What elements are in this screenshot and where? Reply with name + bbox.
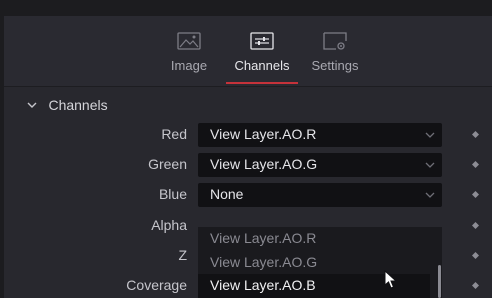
red-channel-dropdown[interactable]: View Layer.AO.R bbox=[198, 123, 442, 147]
blue-channel-dropdown[interactable]: None bbox=[198, 183, 442, 207]
keyframe-diamond-icon[interactable] bbox=[472, 282, 479, 289]
inspector-panel: Image Channels Settings Channels Red Vie… bbox=[4, 16, 492, 298]
tab-settings[interactable]: Settings bbox=[300, 30, 370, 86]
menu-option-label: View Layer.AO.G bbox=[210, 254, 318, 270]
image-icon bbox=[177, 32, 201, 50]
tab-image[interactable]: Image bbox=[154, 30, 224, 86]
menu-option[interactable]: View Layer.AO.R bbox=[198, 227, 430, 251]
green-channel-dropdown[interactable]: View Layer.AO.G bbox=[198, 153, 442, 177]
section-title: Channels bbox=[48, 96, 108, 113]
row-blue: Blue None bbox=[4, 183, 492, 207]
green-channel-value: View Layer.AO.G bbox=[210, 156, 318, 172]
tab-channels-label: Channels bbox=[234, 58, 290, 73]
keyframe-diamond-icon[interactable] bbox=[472, 252, 479, 259]
tab-settings-label: Settings bbox=[311, 58, 359, 73]
tab-image-label: Image bbox=[170, 58, 208, 73]
z-label: Z bbox=[178, 247, 187, 263]
menu-option-label: View Layer.AO.R bbox=[210, 230, 317, 246]
tabbar-divider bbox=[4, 86, 492, 87]
alpha-label: Alpha bbox=[151, 217, 187, 233]
keyframe-diamond-icon[interactable] bbox=[472, 131, 479, 138]
row-red: Red View Layer.AO.R bbox=[4, 123, 492, 147]
settings-icon bbox=[323, 32, 347, 50]
blue-label: Blue bbox=[158, 186, 187, 202]
window-frame: Image Channels Settings Channels Red Vie… bbox=[0, 0, 492, 298]
coverage-label: Coverage bbox=[126, 277, 187, 293]
chevron-down-icon bbox=[425, 162, 435, 168]
menu-option-label: View Layer.AO.B bbox=[210, 277, 316, 293]
inspector-tabbar: Image Channels Settings bbox=[4, 16, 492, 86]
red-channel-value: View Layer.AO.R bbox=[210, 126, 317, 142]
menu-scrollbar[interactable] bbox=[438, 265, 441, 298]
chevron-down-icon bbox=[425, 132, 435, 138]
tab-channels[interactable]: Channels bbox=[227, 30, 297, 86]
green-label: Green bbox=[148, 156, 187, 172]
active-tab-indicator bbox=[226, 82, 298, 84]
blue-channel-value: None bbox=[210, 186, 244, 202]
chevron-down-icon bbox=[27, 102, 37, 108]
channels-sliders-icon bbox=[250, 32, 274, 50]
keyframe-diamond-icon[interactable] bbox=[472, 222, 479, 229]
red-label: Red bbox=[161, 126, 187, 142]
row-green: Green View Layer.AO.G bbox=[4, 153, 492, 177]
keyframe-diamond-icon[interactable] bbox=[472, 161, 479, 168]
keyframe-diamond-icon[interactable] bbox=[472, 191, 479, 198]
channels-section-header[interactable]: Channels bbox=[26, 96, 108, 116]
chevron-down-icon bbox=[425, 192, 435, 198]
blue-channel-options-menu: View Layer.AO.R View Layer.AO.G View Lay… bbox=[198, 227, 442, 298]
mouse-pointer-icon bbox=[384, 270, 398, 289]
